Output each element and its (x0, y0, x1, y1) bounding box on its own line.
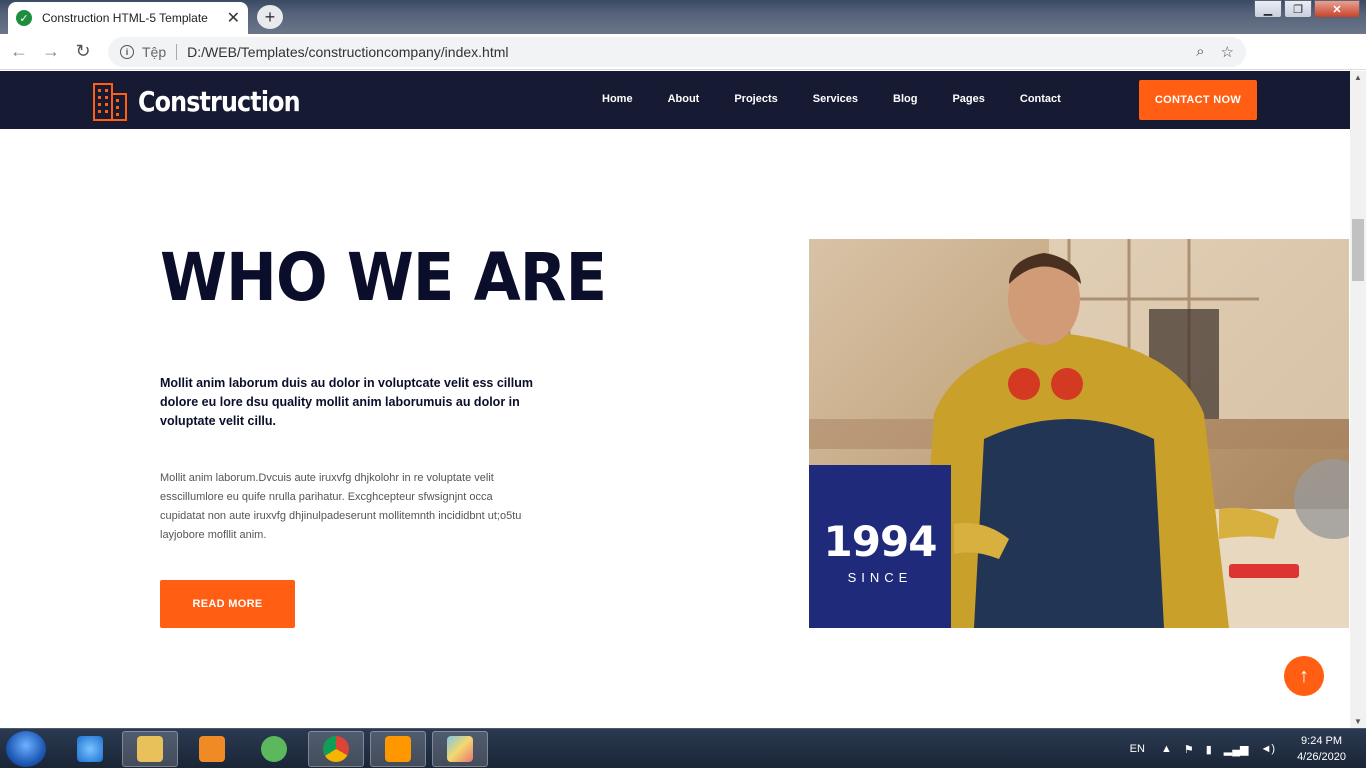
taskbar-media[interactable] (184, 731, 240, 767)
taskbar-explorer[interactable] (122, 731, 178, 767)
page-favicon-icon: ✓ (16, 10, 32, 26)
security-label: Tệp (142, 44, 167, 60)
close-window-button[interactable]: ✕ (1314, 0, 1360, 18)
since-label: SINCE (847, 570, 913, 585)
media-player-icon (199, 736, 225, 762)
divider (176, 44, 178, 60)
window-controls: ▁ ❐ ✕ (1254, 0, 1360, 18)
network-icon[interactable]: ▂▄▆ (1224, 743, 1249, 756)
volume-icon[interactable]: ◄) (1261, 743, 1276, 755)
bookmark-star-icon[interactable]: ☆ (1221, 43, 1234, 61)
nav-services[interactable]: Services (813, 93, 858, 105)
main-nav: Home About Projects Services Blog Pages … (602, 93, 1096, 105)
url-text[interactable]: D:/WEB/Templates/constructioncompany/ind… (187, 44, 508, 60)
windows-taskbar: EN ▲ ⚑ ▮ ▂▄▆ ◄) 9:24 PM 4/26/2020 (0, 728, 1366, 768)
start-button[interactable] (6, 731, 46, 767)
logo-text: Construction (138, 84, 301, 118)
contact-now-button[interactable]: CONTACT NOW (1139, 80, 1257, 120)
maximize-button[interactable]: ❐ (1284, 0, 1312, 18)
since-badge: 1994 SINCE (809, 465, 951, 628)
scroll-down-icon[interactable]: ▼ (1354, 717, 1362, 726)
site-navbar: Construction Home About Projects Service… (0, 71, 1350, 129)
language-indicator[interactable]: EN (1130, 743, 1145, 755)
taskbar-chrome[interactable] (308, 731, 364, 767)
taskbar-paint[interactable] (432, 731, 488, 767)
scrollbar-thumb[interactable] (1352, 219, 1364, 281)
browser-tab[interactable]: ✓ Construction HTML-5 Template ✕ (8, 2, 248, 34)
founded-year: 1994 (823, 517, 938, 566)
clock-time: 9:24 PM (1301, 735, 1343, 747)
clock-date: 4/26/2020 (1297, 751, 1346, 763)
new-tab-button[interactable]: + (257, 5, 283, 29)
power-icon[interactable]: ▮ (1206, 743, 1212, 756)
building-icon (93, 83, 127, 121)
browser-titlebar: ✓ Construction HTML-5 Template ✕ + ▁ ❐ ✕ (0, 0, 1366, 34)
nav-about[interactable]: About (668, 93, 700, 105)
section-heading: WHO WE ARE (160, 239, 607, 316)
info-icon[interactable]: i (120, 45, 134, 59)
system-tray: EN ▲ ⚑ ▮ ▂▄▆ ◄) 9:24 PM 4/26/2020 (1130, 729, 1356, 769)
arrow-up-icon: ↑ (1299, 664, 1309, 687)
forward-icon[interactable]: → (38, 39, 64, 65)
nav-contact[interactable]: Contact (1020, 93, 1061, 105)
taskbar-ie[interactable] (62, 731, 118, 767)
browser-toolbar: ← → ↻ i Tệp D:/WEB/Templates/constructio… (0, 34, 1366, 102)
address-bar[interactable]: i Tệp D:/WEB/Templates/constructioncompa… (108, 37, 1246, 67)
nav-blog[interactable]: Blog (893, 93, 917, 105)
paint-icon (447, 736, 473, 762)
internet-explorer-icon (77, 736, 103, 762)
page-scrollbar[interactable]: ▲ ▼ (1350, 71, 1366, 728)
zoom-icon[interactable]: ⌕ (1196, 43, 1204, 61)
web-page: Construction Home About Projects Service… (0, 71, 1350, 728)
nav-projects[interactable]: Projects (734, 93, 777, 105)
taskbar-clock[interactable]: 9:24 PM 4/26/2020 (1297, 733, 1346, 765)
app-icon (261, 736, 287, 762)
taskbar-sublime[interactable] (370, 731, 426, 767)
nav-pages[interactable]: Pages (952, 93, 984, 105)
site-logo[interactable]: Construction (92, 80, 328, 122)
body-paragraph: Mollit anim laborum.Dvcuis aute iruxvfg … (160, 472, 522, 541)
chrome-icon (323, 736, 349, 762)
taskbar-app[interactable] (246, 731, 302, 767)
tab-title: Construction HTML-5 Template (42, 11, 208, 25)
minimize-button[interactable]: ▁ (1254, 0, 1282, 18)
back-icon[interactable]: ← (6, 39, 32, 65)
scroll-to-top-button[interactable]: ↑ (1284, 656, 1324, 696)
scroll-up-icon[interactable]: ▲ (1354, 73, 1362, 82)
lead-paragraph: Mollit anim laborum duis au dolor in vol… (160, 376, 533, 428)
show-hidden-icons-icon[interactable]: ▲ (1161, 743, 1172, 755)
reload-icon[interactable]: ↻ (70, 39, 96, 65)
sublime-text-icon (385, 736, 411, 762)
nav-home[interactable]: Home (602, 93, 633, 105)
action-center-flag-icon[interactable]: ⚑ (1184, 743, 1194, 756)
close-tab-icon[interactable]: ✕ (227, 8, 240, 28)
read-more-button[interactable]: READ MORE (160, 580, 295, 628)
folder-icon (137, 736, 163, 762)
